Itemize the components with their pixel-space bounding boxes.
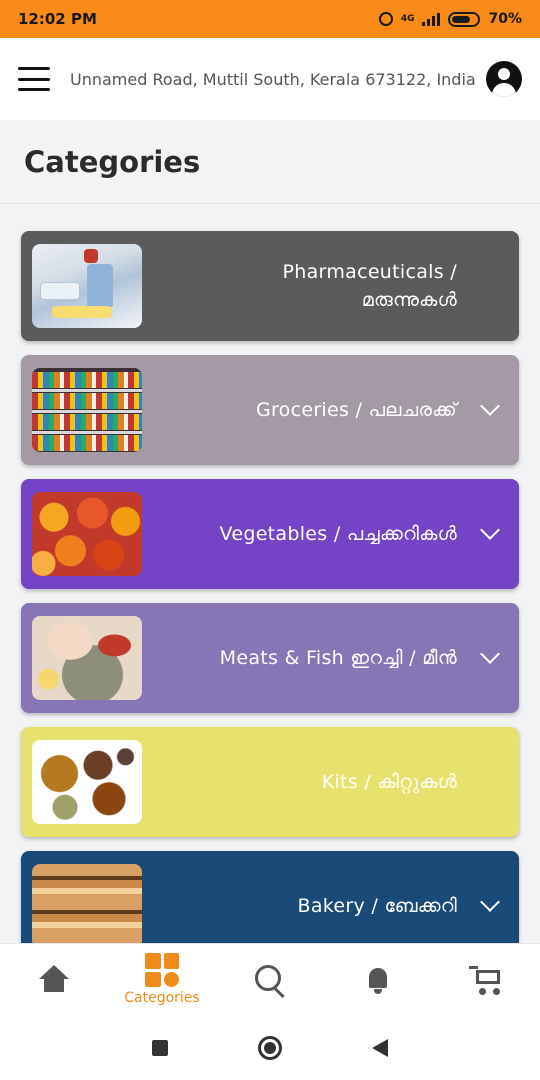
nav-cart[interactable] [432,944,540,1015]
kits-image [32,740,142,824]
category-label: Kits / കിറ്റുകൾ [321,771,457,793]
search-icon [255,964,285,995]
status-bar: 12:02 PM 4G 70% [0,0,540,38]
chevron-down-icon[interactable] [480,396,500,416]
battery-level: 70% [488,11,522,27]
category-card-meats-fish[interactable]: Meats & Fish ഇറച്ചി / മീൻ [21,603,519,713]
home-button[interactable] [258,1035,282,1060]
delivery-address[interactable]: Unnamed Road, Muttil South, Kerala 67312… [70,70,480,89]
bottom-navigation: Categories [0,943,540,1015]
app-header: Unnamed Road, Muttil South, Kerala 67312… [0,38,540,120]
category-list: Pharmaceuticals / മരുന്നുകൾ Groceries / … [21,231,519,975]
network-type: 4G [400,14,415,24]
bell-icon [366,966,390,994]
status-indicators: 4G 70% [378,11,522,27]
category-card-vegetables[interactable]: Vegetables / പച്ചക്കറികൾ [21,479,519,589]
battery-icon [448,11,481,27]
hamburger-menu-icon[interactable] [18,67,50,91]
cart-icon [469,964,503,996]
nav-categories[interactable]: Categories [108,944,216,1015]
back-button[interactable] [372,1038,388,1057]
chevron-down-icon[interactable] [480,892,500,912]
alarm-icon [378,12,393,26]
system-navigation-bar [0,1015,540,1080]
vegetables-image [32,492,142,576]
category-label: Vegetables / പച്ചക്കറികൾ [219,523,457,545]
meats-fish-image [32,616,142,700]
nav-home[interactable] [0,944,108,1015]
categories-grid-icon [145,953,179,987]
category-label: Pharmaceuticals / മരുന്നുകൾ [282,261,457,311]
home-icon [38,964,70,995]
signal-icon [422,12,441,26]
groceries-image [32,368,142,452]
chevron-down-icon[interactable] [480,644,500,664]
account-circle-icon[interactable] [486,61,522,97]
nav-search[interactable] [216,944,324,1015]
recent-apps-button[interactable] [152,1039,168,1056]
status-time: 12:02 PM [18,10,97,28]
nav-notifications[interactable] [324,944,432,1015]
bakery-image [32,864,142,948]
chevron-down-icon[interactable] [480,520,500,540]
category-card-kits[interactable]: Kits / കിറ്റുകൾ [21,727,519,837]
category-card-pharmaceuticals[interactable]: Pharmaceuticals / മരുന്നുകൾ [21,231,519,341]
category-label: Groceries / പലചരക്ക് [255,399,457,421]
pharmaceuticals-image [32,244,142,328]
category-label: Meats & Fish ഇറച്ചി / മീൻ [219,647,457,669]
category-card-groceries[interactable]: Groceries / പലചരക്ക് [21,355,519,465]
page-title: Categories [0,120,540,204]
nav-categories-label: Categories [124,990,200,1006]
category-label: Bakery / ബേക്കറി [297,895,457,917]
